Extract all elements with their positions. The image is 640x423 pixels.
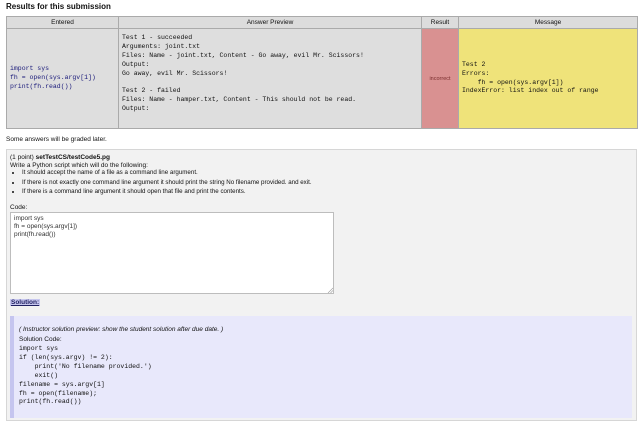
list-item: It should accept the name of a file as a… [22, 168, 312, 178]
resize-handle-icon[interactable] [327, 287, 333, 293]
message-text: Test 2 Errors: fh = open(sys.argv[1]) In… [462, 60, 599, 95]
column-header-entered: Entered [6, 16, 119, 29]
result-status: incorrect [429, 76, 451, 82]
instructor-note: ( Instructor solution preview: show the … [19, 326, 224, 333]
requirements-list: It should accept the name of a file as a… [10, 168, 312, 197]
results-table: Entered Answer Preview Result Message im… [6, 16, 638, 129]
problem-points: (1 point) [10, 154, 34, 161]
column-header-answer-preview: Answer Preview [118, 16, 422, 29]
code-textarea[interactable]: import sys fh = open(sys.argv[1]) print(… [10, 212, 334, 294]
solution-code: import sys if (len(sys.argv) != 2): prin… [19, 345, 152, 406]
solution-code-label: Solution Code: [19, 336, 62, 343]
problem-file: setTestCS/testCode5.pg [35, 154, 110, 161]
entered-cell: import sys fh = open(sys.argv[1]) print(… [6, 28, 119, 129]
entered-code: import sys fh = open(sys.argv[1]) print(… [10, 65, 96, 90]
column-header-result: Result [421, 16, 459, 29]
problem-title: (1 point) setTestCS/testCode5.pg [10, 154, 110, 161]
results-heading: Results for this submission [6, 2, 111, 11]
table-row: import sys fh = open(sys.argv[1]) print(… [6, 28, 638, 129]
list-item: If there is a command line argument it s… [22, 187, 312, 197]
message-cell: Test 2 Errors: fh = open(sys.argv[1]) In… [458, 28, 638, 129]
answer-preview-cell: Test 1 - succeeded Arguments: joint.txt … [118, 28, 422, 129]
column-header-message: Message [458, 16, 638, 29]
list-item: If there is not exactly one command line… [22, 178, 312, 188]
answer-preview-text: Test 1 - succeeded Arguments: joint.txt … [122, 34, 364, 113]
graded-note: Some answers will be graded later. [6, 136, 107, 143]
solution-toggle[interactable]: Solution: [10, 299, 41, 306]
result-cell: incorrect [421, 28, 459, 129]
code-label: Code: [10, 204, 28, 211]
